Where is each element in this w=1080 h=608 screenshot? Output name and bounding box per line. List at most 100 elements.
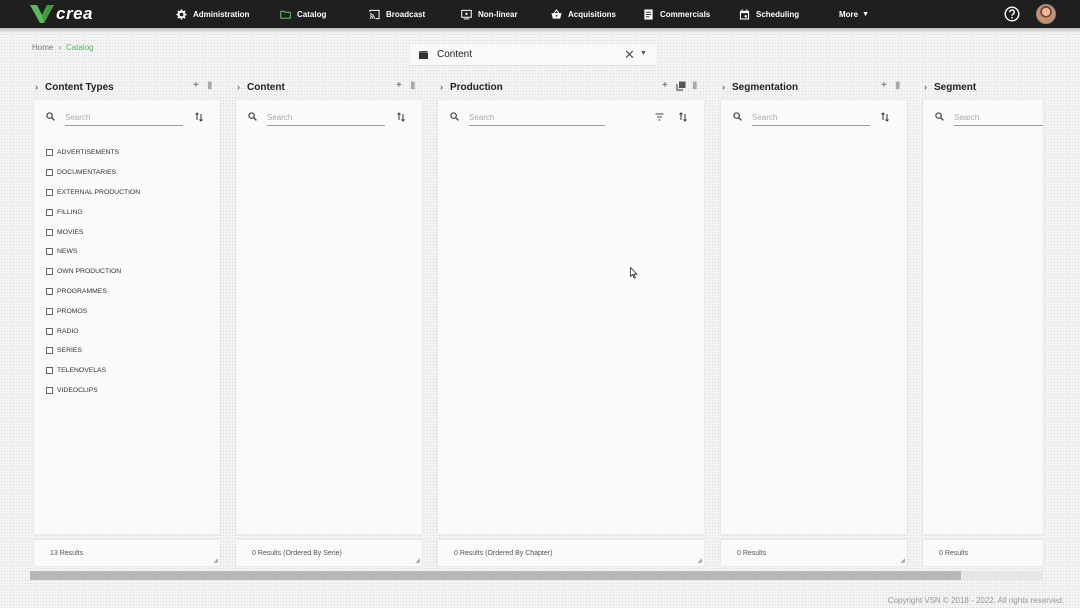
- chevron-right-icon[interactable]: ›: [924, 82, 934, 92]
- sort-icon[interactable]: [880, 112, 890, 122]
- list-item-label: PROGRAMMES: [57, 287, 107, 295]
- crea-logo[interactable]: crea: [30, 4, 93, 24]
- results-footer: 0 Results (Ordered By Serie) ◢: [236, 540, 422, 566]
- checkbox[interactable]: [46, 248, 53, 256]
- nav-item-more[interactable]: More ▼: [839, 0, 869, 28]
- chevron-right-icon[interactable]: ›: [440, 82, 450, 92]
- search-icon: [248, 112, 257, 121]
- panel-content: [236, 100, 422, 534]
- chevron-right-icon[interactable]: ›: [237, 82, 247, 92]
- add-icon[interactable]: +: [396, 80, 402, 91]
- trash-icon[interactable]: ▮: [895, 80, 901, 91]
- list-item[interactable]: SERIES: [46, 341, 140, 361]
- list-item[interactable]: PROMOS: [46, 301, 140, 321]
- results-count: 0 Results (Ordered By Chapter): [454, 549, 553, 557]
- list-item[interactable]: RADIO: [46, 321, 140, 341]
- nav-label: Catalog: [297, 9, 327, 19]
- horizontal-scrollbar-thumb[interactable]: [30, 571, 961, 580]
- help-icon[interactable]: [1004, 6, 1020, 22]
- checkbox[interactable]: [46, 169, 53, 177]
- checkbox[interactable]: [46, 228, 53, 236]
- add-icon[interactable]: +: [881, 80, 887, 91]
- checkbox[interactable]: [46, 149, 53, 157]
- nav-item-scheduling[interactable]: Scheduling: [739, 0, 799, 28]
- nav-label: Scheduling: [756, 9, 800, 19]
- results-footer: 0 Results ◢: [721, 540, 907, 566]
- dropdown-arrow-icon[interactable]: ▼: [640, 50, 647, 57]
- clear-icon[interactable]: ✕: [624, 47, 635, 63]
- checkbox[interactable]: [46, 386, 53, 394]
- content-types-list: ADVERTISEMENTS DOCUMENTARIES EXTERNAL PROD…: [46, 143, 140, 400]
- results-footer: 13 Results ◢: [34, 540, 220, 566]
- list-item[interactable]: ADVERTISEMENTS: [46, 143, 140, 163]
- nav-item-non-linear[interactable]: Non-linear: [461, 0, 518, 28]
- nav-label: Administration: [193, 9, 250, 19]
- list-item[interactable]: NEWS: [46, 242, 140, 262]
- list-item[interactable]: VIDEOCLIPS: [46, 381, 140, 401]
- sort-icon[interactable]: [194, 112, 204, 122]
- checkbox[interactable]: [46, 367, 53, 375]
- column-header-segmentation[interactable]: › Segmentation: [722, 80, 798, 94]
- search-row: [46, 112, 55, 121]
- search-input[interactable]: [469, 110, 605, 126]
- panel-segment: [923, 100, 1043, 534]
- nav-label: Acquisitions: [568, 9, 617, 19]
- column-header-segment[interactable]: › Segment: [924, 80, 976, 94]
- nav-item-commercials[interactable]: Commercials: [643, 0, 710, 28]
- list-item-label: NEWS: [57, 248, 78, 256]
- column-title: Segment: [934, 81, 977, 93]
- list-item[interactable]: EXTERNAL PRODUCTION: [46, 183, 140, 203]
- checkbox[interactable]: [46, 268, 53, 276]
- checkbox[interactable]: [46, 347, 53, 355]
- filter-icon[interactable]: [655, 113, 664, 121]
- list-item[interactable]: FILLING: [46, 202, 140, 222]
- checkbox[interactable]: [46, 208, 53, 216]
- checkbox[interactable]: [46, 188, 53, 196]
- content-selector[interactable]: Content ✕ ▼: [410, 44, 656, 66]
- nav-item-administration[interactable]: Administration: [176, 0, 249, 28]
- search-input[interactable]: [267, 110, 385, 126]
- sort-icon[interactable]: [396, 112, 406, 122]
- resize-grip-icon[interactable]: ◢: [415, 557, 420, 564]
- list-item[interactable]: PROGRAMMES: [46, 282, 140, 302]
- column-header-content-types[interactable]: › Content Types: [35, 80, 114, 94]
- search-input[interactable]: [752, 110, 870, 126]
- nav-label: Non-linear: [478, 9, 518, 19]
- sort-icon[interactable]: [678, 112, 688, 122]
- nav-item-catalog[interactable]: Catalog: [280, 0, 326, 28]
- search-row: [935, 112, 944, 121]
- copy-icon[interactable]: [676, 81, 686, 91]
- checkbox[interactable]: [46, 327, 53, 335]
- results-footer: 0 Results: [923, 540, 1043, 566]
- caret-down-icon: ▼: [862, 10, 870, 18]
- add-icon[interactable]: +: [662, 80, 668, 91]
- add-icon[interactable]: +: [193, 80, 199, 91]
- chevron-right-icon[interactable]: ›: [722, 82, 732, 92]
- checkbox[interactable]: [46, 287, 53, 295]
- chevron-right-icon[interactable]: ›: [35, 82, 45, 92]
- column-header-production[interactable]: › Production: [440, 80, 503, 94]
- results-count: 0 Results (Ordered By Serie): [252, 549, 342, 557]
- trash-icon[interactable]: ▮: [410, 80, 416, 91]
- list-item[interactable]: DOCUMENTARIES: [46, 163, 140, 183]
- resize-grip-icon[interactable]: ◢: [697, 557, 702, 564]
- list-item[interactable]: MOVIES: [46, 222, 140, 242]
- list-item[interactable]: OWN PRODUCTION: [46, 262, 140, 282]
- list-item[interactable]: TELENOVELAS: [46, 361, 140, 381]
- resize-grip-icon[interactable]: ◢: [900, 557, 905, 564]
- user-avatar[interactable]: [1036, 4, 1056, 24]
- trash-icon[interactable]: ▮: [207, 80, 213, 91]
- search-input[interactable]: [954, 110, 1043, 126]
- resize-grip-icon[interactable]: ◢: [213, 557, 218, 564]
- trash-icon[interactable]: ▮: [692, 80, 698, 91]
- logo-v-icon: [30, 5, 54, 23]
- search-row: [733, 112, 742, 121]
- search-input[interactable]: [65, 110, 183, 126]
- column-header-content[interactable]: › Content: [237, 80, 285, 94]
- nav-item-acquisitions[interactable]: Acquisitions: [551, 0, 616, 28]
- panel-segmentation: [721, 100, 907, 534]
- breadcrumb-home[interactable]: Home: [32, 43, 53, 52]
- search-icon: [450, 112, 459, 121]
- nav-item-broadcast[interactable]: Broadcast: [369, 0, 425, 28]
- checkbox[interactable]: [46, 307, 53, 315]
